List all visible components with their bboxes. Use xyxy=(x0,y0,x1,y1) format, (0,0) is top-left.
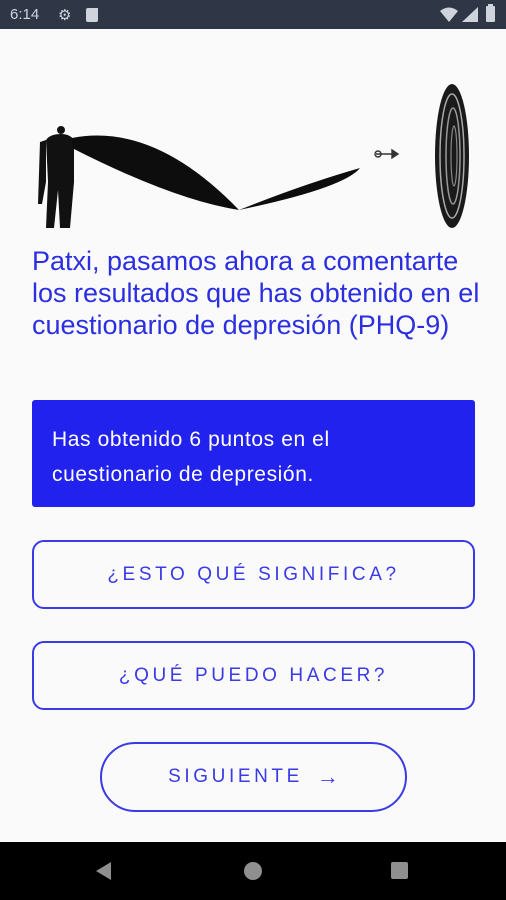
results-intro-heading: Patxi, pasamos ahora a comentarte los re… xyxy=(32,246,480,340)
target-illustration xyxy=(435,84,469,228)
next-label: SIGUIENTE xyxy=(168,766,303,787)
illustration-figure-arrow-target xyxy=(38,84,469,228)
what-it-means-button[interactable]: ¿ESTO QUÉ SIGNIFICA? xyxy=(32,540,475,609)
result-score-text: Has obtenido 6 puntos en el cuestionario… xyxy=(52,428,330,486)
recents-icon[interactable] xyxy=(391,862,408,879)
back-icon[interactable] xyxy=(96,862,111,880)
status-time: 6:14 xyxy=(10,6,40,23)
battery-icon xyxy=(486,4,495,22)
gear-icon: ⚙ xyxy=(58,7,72,24)
result-score-card: Has obtenido 6 puntos en el cuestionario… xyxy=(32,400,475,507)
arrow-right-icon: → xyxy=(316,764,339,789)
status-bar: 6:14 ⚙ xyxy=(0,0,506,29)
stroke-illustration xyxy=(72,135,360,210)
wifi-icon xyxy=(440,7,458,22)
arrow-illustration xyxy=(374,148,400,160)
navigation-bar xyxy=(0,842,506,900)
next-button[interactable]: SIGUIENTE → xyxy=(100,742,407,812)
what-can-i-do-button[interactable]: ¿QUÉ PUEDO HACER? xyxy=(32,641,475,710)
figure-illustration xyxy=(38,126,74,228)
sd-card-icon xyxy=(86,8,98,22)
what-can-i-do-label: ¿QUÉ PUEDO HACER? xyxy=(118,664,389,686)
home-icon[interactable] xyxy=(244,862,262,880)
what-it-means-label: ¿ESTO QUÉ SIGNIFICA? xyxy=(107,563,400,585)
cell-signal-icon xyxy=(462,7,478,22)
